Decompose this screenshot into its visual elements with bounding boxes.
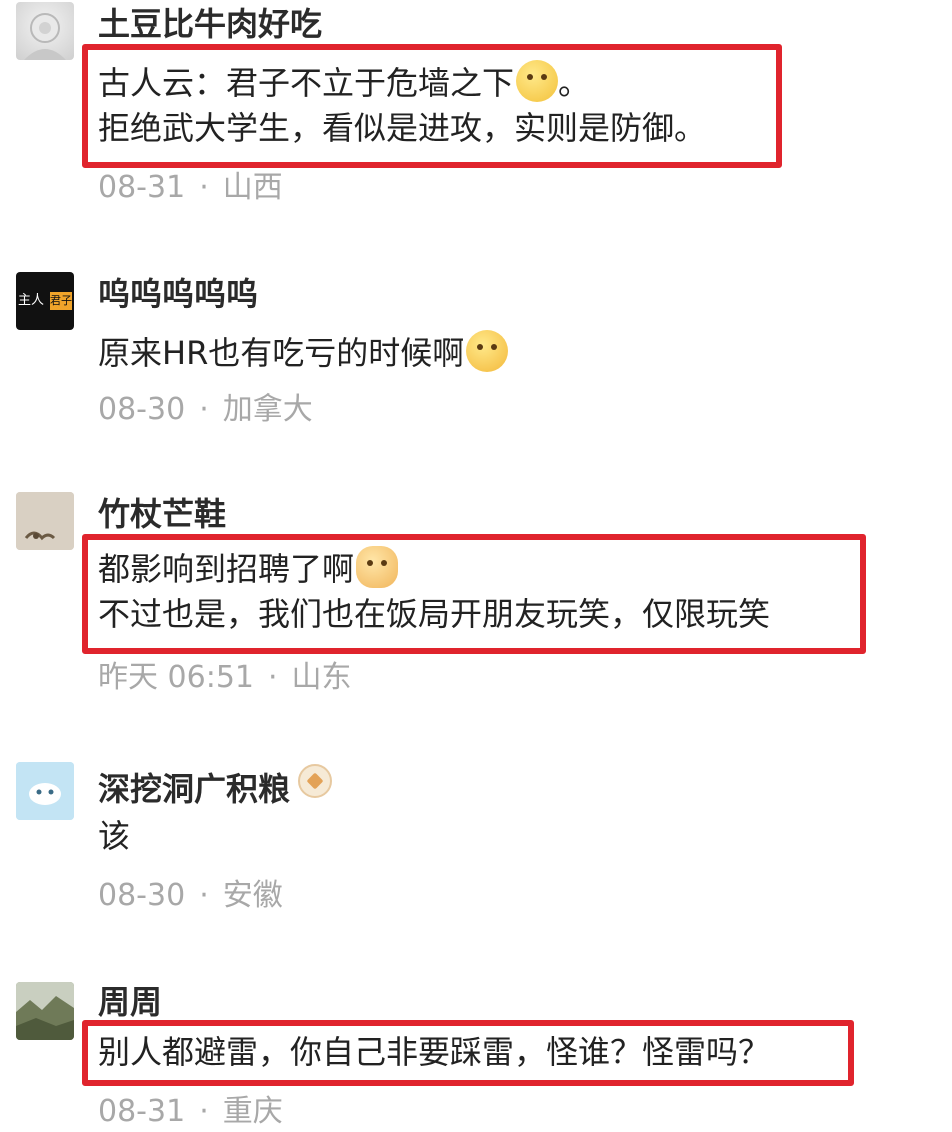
avatar[interactable]: 主人 君子	[16, 272, 74, 330]
avatar[interactable]	[16, 2, 74, 60]
comment-location: 加拿大	[222, 392, 313, 427]
badge-icon	[298, 764, 333, 798]
avatar-image	[24, 13, 66, 60]
comment-meta: 08-31 · 山西	[98, 168, 283, 208]
comment-meta: 08-30 · 加拿大	[98, 390, 313, 430]
comment-location: 山东	[291, 660, 352, 695]
grinning-face-icon	[466, 330, 509, 372]
comment-date: 08-30	[98, 392, 186, 427]
comment-text-line: 别人都避雷，你自己非要踩雷，怪谁？怪雷吗？	[98, 1033, 771, 1071]
comment-location: 山西	[222, 170, 283, 205]
comment-meta: 08-31 · 重庆	[98, 1092, 283, 1132]
avatar-image	[16, 492, 74, 550]
meta-separator: ·	[199, 878, 209, 913]
meta-separator: ·	[199, 170, 209, 205]
comment-feed: 土豆比牛肉好吃 古人云：君子不立于危墙之下。 拒绝武大学生，看似是进攻，实则是防…	[0, 0, 952, 1132]
comment-date: 08-31	[98, 1094, 186, 1129]
comment-date: 08-30	[98, 878, 186, 913]
comment-date: 昨天 06:51	[98, 660, 254, 695]
meta-separator: ·	[199, 1094, 209, 1129]
avatar[interactable]	[16, 762, 74, 820]
comment-meta: 昨天 06:51 · 山东	[98, 658, 352, 698]
comment-text-line: 古人云：君子不立于危墙之下。	[98, 60, 590, 103]
comment-date: 08-31	[98, 170, 186, 205]
comment-text-line: 不过也是，我们也在饭局开朋友玩笑，仅限玩笑	[98, 595, 771, 633]
username[interactable]: 竹杖芒鞋	[98, 494, 226, 534]
thinking-face-icon	[516, 60, 559, 102]
meta-separator: ·	[199, 392, 209, 427]
comment-location: 安徽	[222, 878, 283, 913]
avatar-text: 主人	[18, 293, 45, 308]
comment-text-line: 原来HR也有吃亏的时候啊	[98, 330, 509, 373]
avatar[interactable]	[16, 492, 74, 550]
username[interactable]: 周周	[98, 982, 162, 1022]
comment-text-line: 拒绝武大学生，看似是进攻，实则是防御。	[98, 109, 707, 147]
comment-location: 重庆	[222, 1094, 283, 1129]
comment-text-line: 该	[98, 817, 131, 855]
avatar-image	[16, 982, 74, 1040]
username[interactable]: 呜呜呜呜呜	[98, 274, 258, 314]
comment-meta: 08-30 · 安徽	[98, 876, 283, 916]
avatar-text: 君子	[50, 294, 72, 307]
dog-face-icon	[356, 546, 399, 588]
username[interactable]: 土豆比牛肉好吃	[98, 4, 322, 44]
meta-separator: ·	[268, 660, 278, 695]
avatar[interactable]	[16, 982, 74, 1040]
avatar-image	[16, 762, 74, 820]
username[interactable]: 深挖洞广积粮	[98, 764, 333, 809]
comment-text-line: 都影响到招聘了啊	[98, 546, 399, 589]
